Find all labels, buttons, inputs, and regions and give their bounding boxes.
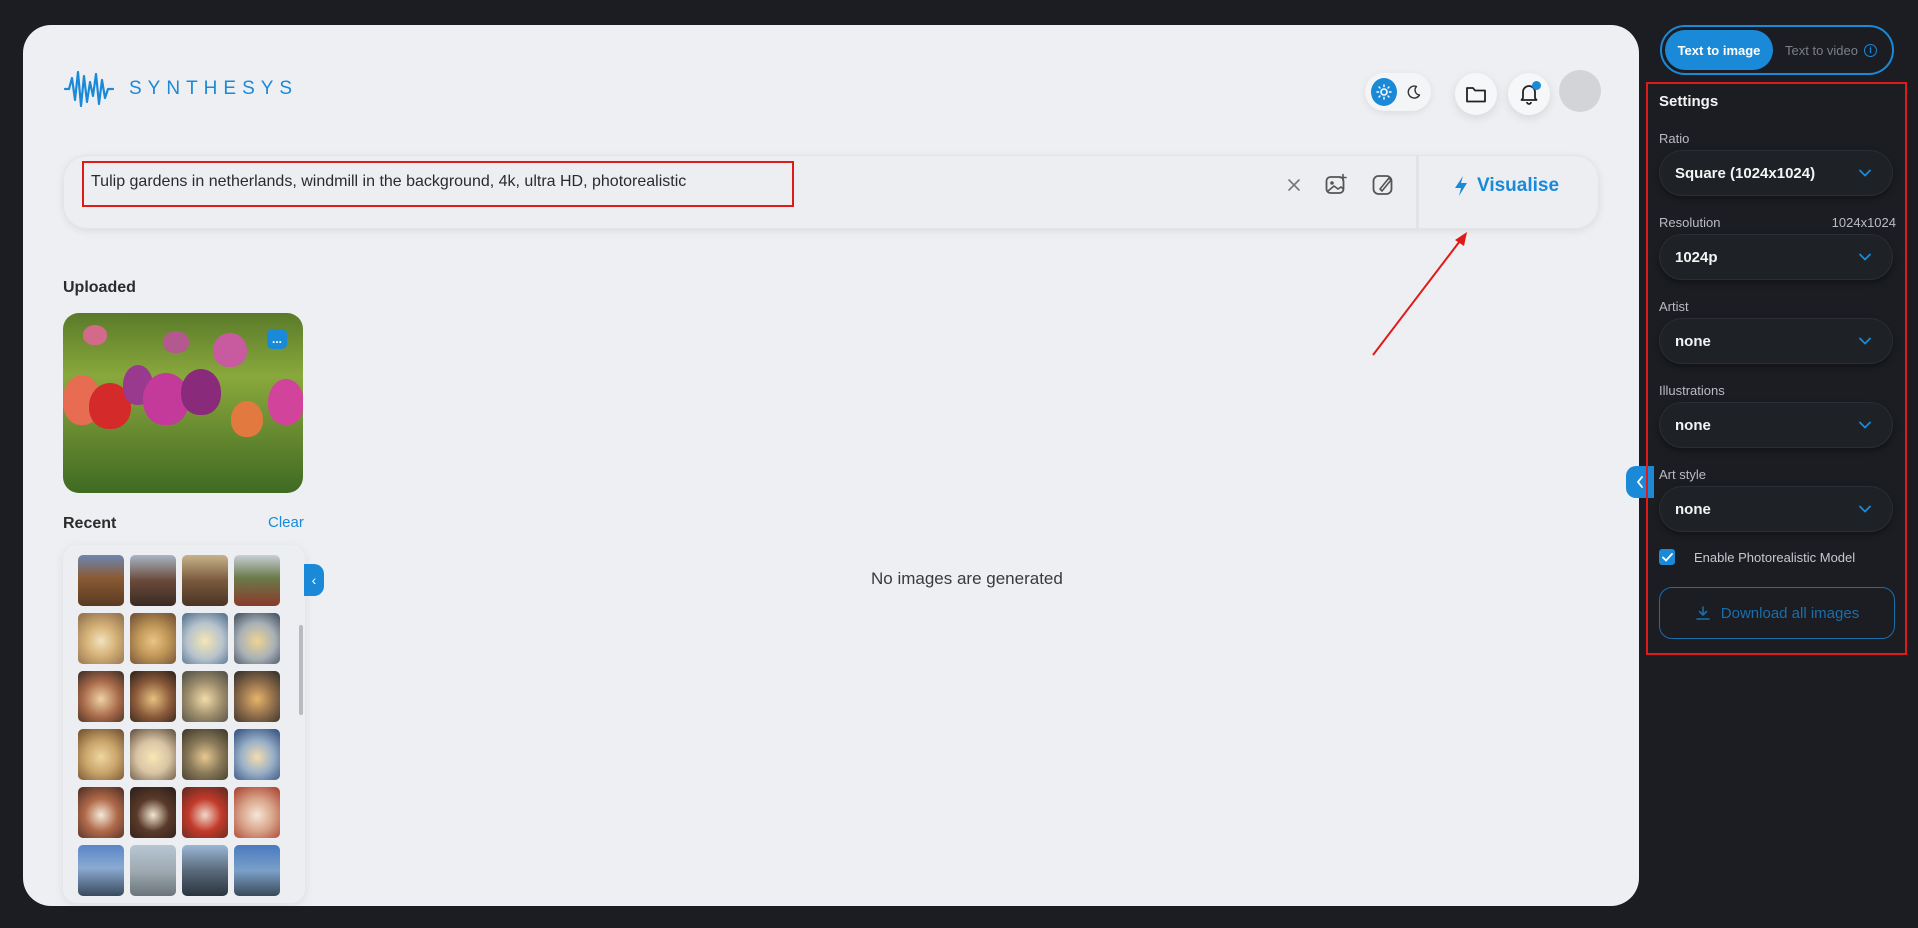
art-style-value: none [1675, 500, 1711, 518]
main-workspace: SYNTHESYS Tulip gardens in netherlands, … [23, 25, 1639, 906]
uploaded-title: Uploaded [63, 279, 136, 296]
recent-thumb[interactable] [130, 845, 176, 896]
recent-thumb[interactable] [130, 671, 176, 722]
chevron-down-icon [1859, 421, 1871, 429]
chevron-down-icon [1859, 505, 1871, 513]
chevron-left-icon [1636, 476, 1643, 488]
brush-icon[interactable] [1369, 171, 1397, 199]
settings-title: Settings [1659, 93, 1719, 110]
recent-thumb[interactable] [182, 845, 228, 896]
recent-title: Recent [63, 515, 117, 532]
recent-thumb[interactable] [234, 555, 280, 606]
clear-recent-link[interactable]: Clear [268, 514, 304, 531]
folder-icon [1466, 87, 1486, 103]
recent-thumb[interactable] [130, 787, 176, 838]
artist-select[interactable]: none [1659, 318, 1893, 364]
recent-thumb[interactable] [234, 787, 280, 838]
recent-thumb[interactable] [182, 729, 228, 780]
artist-label: Artist [1659, 299, 1689, 314]
artist-value: none [1675, 332, 1711, 350]
notifications-button[interactable] [1508, 73, 1550, 115]
folder-button[interactable] [1455, 73, 1497, 115]
collapse-recent-button[interactable]: ‹ [304, 564, 324, 596]
photorealistic-option: Enable Photorealistic Model [1659, 549, 1855, 565]
recent-thumb[interactable] [130, 729, 176, 780]
recent-thumb[interactable] [78, 555, 124, 606]
recent-thumb[interactable] [182, 613, 228, 664]
recent-thumb[interactable] [234, 671, 280, 722]
recent-grid [78, 555, 280, 896]
recent-thumb[interactable] [234, 845, 280, 896]
recent-thumb[interactable] [182, 671, 228, 722]
resolution-size: 1024x1024 [1831, 215, 1896, 230]
resolution-value: 1024p [1675, 248, 1718, 266]
brand-logo[interactable]: SYNTHESYS [63, 68, 298, 110]
recent-scrollbar[interactable] [299, 625, 303, 715]
annotation-arrow [1372, 232, 1467, 356]
chevron-left-icon: ‹ [311, 572, 317, 588]
tab-text-to-video[interactable]: Text to video i [1773, 43, 1889, 58]
prompt-divider [1416, 155, 1419, 229]
chevron-down-icon [1859, 337, 1871, 345]
image-add-icon[interactable] [1322, 171, 1350, 199]
chevron-down-icon [1859, 169, 1871, 177]
chevron-down-icon [1859, 253, 1871, 261]
empty-state-message: No images are generated [871, 569, 1063, 588]
ratio-label: Ratio [1659, 131, 1690, 146]
photorealistic-label: Enable Photorealistic Model [1694, 549, 1856, 565]
lightning-icon [1455, 176, 1467, 196]
illustrations-select[interactable]: none [1659, 402, 1893, 448]
recent-thumb[interactable] [182, 555, 228, 606]
close-icon[interactable] [1280, 171, 1308, 199]
brand-name: SYNTHESYS [129, 78, 299, 99]
ratio-select[interactable]: Square (1024x1024) [1659, 150, 1893, 196]
recent-thumb[interactable] [78, 671, 124, 722]
recent-panel [63, 545, 305, 903]
recent-thumb[interactable] [78, 729, 124, 780]
resolution-label: Resolution [1659, 215, 1721, 230]
illustrations-label: Illustrations [1659, 383, 1725, 398]
image-menu-button[interactable]: ... [267, 329, 287, 349]
notification-dot [1532, 81, 1541, 90]
download-all-button[interactable]: Download all images [1659, 587, 1895, 639]
recent-thumb[interactable] [78, 787, 124, 838]
visualise-label: Visualise [1477, 175, 1560, 196]
mode-toggle: Text to image Text to video i [1660, 25, 1894, 75]
resolution-select[interactable]: 1024p [1659, 234, 1893, 280]
avatar[interactable] [1559, 70, 1601, 112]
ratio-value: Square (1024x1024) [1675, 164, 1816, 182]
recent-thumb[interactable] [130, 555, 176, 606]
download-icon [1695, 606, 1710, 620]
art-style-select[interactable]: none [1659, 486, 1893, 532]
illustrations-value: none [1675, 416, 1711, 434]
sun-icon[interactable] [1371, 78, 1397, 106]
image-menu-dots: ... [271, 332, 282, 346]
uploaded-image[interactable]: ... [63, 313, 303, 493]
art-style-label: Art style [1659, 467, 1706, 482]
tab-text-to-image[interactable]: Text to image [1665, 30, 1773, 70]
recent-thumb[interactable] [130, 613, 176, 664]
recent-thumb[interactable] [234, 613, 280, 664]
tab-text-to-video-label: Text to video [1785, 42, 1858, 58]
recent-thumb[interactable] [234, 729, 280, 780]
info-icon[interactable]: i [1864, 43, 1877, 57]
checkmark-icon [1661, 552, 1673, 562]
visualise-button[interactable]: Visualise [1453, 175, 1559, 197]
waveform-logo-icon [63, 70, 115, 108]
download-all-label: Download all images [1720, 604, 1860, 622]
recent-thumb[interactable] [182, 787, 228, 838]
moon-icon[interactable] [1403, 80, 1425, 104]
recent-thumb[interactable] [78, 613, 124, 664]
theme-toggle[interactable] [1365, 73, 1431, 111]
prompt-input[interactable]: Tulip gardens in netherlands, windmill i… [91, 173, 686, 191]
prompt-bar: Tulip gardens in netherlands, windmill i… [63, 155, 1599, 229]
recent-thumb[interactable] [78, 845, 124, 896]
photorealistic-checkbox[interactable] [1659, 549, 1675, 565]
